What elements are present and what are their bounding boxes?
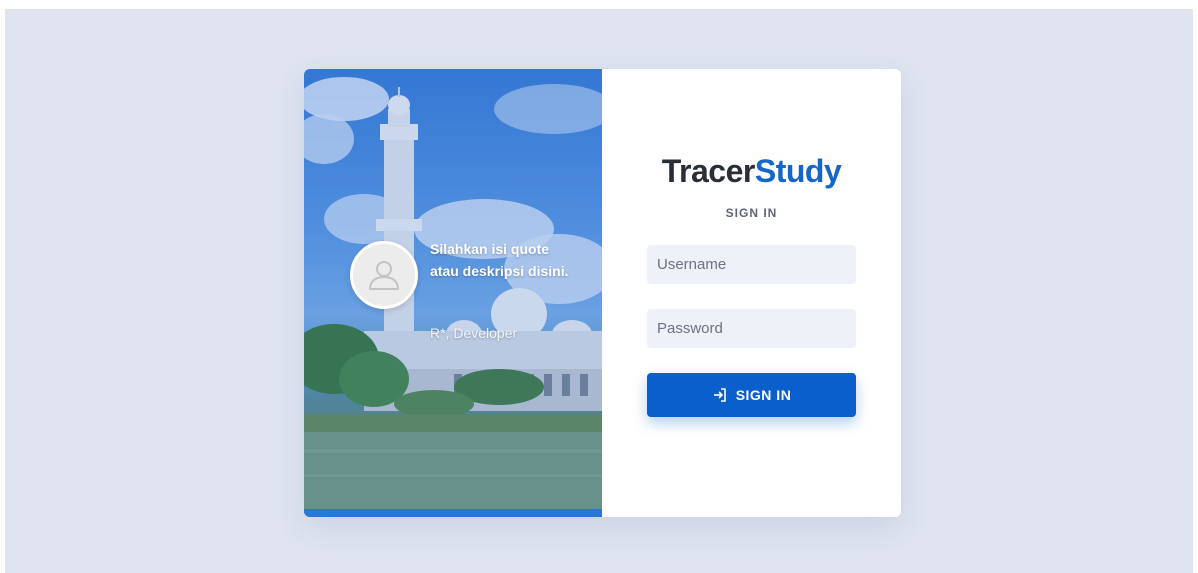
login-card: Silahkan isi quote atau deskripsi disini… — [304, 69, 901, 517]
user-icon — [369, 261, 399, 290]
form-subtitle: SIGN IN — [725, 206, 778, 220]
testimonial-quote: Silahkan isi quote atau deskripsi disini… — [430, 241, 569, 279]
password-input[interactable] — [647, 309, 856, 348]
app-logo-text: TracerStudy — [602, 153, 901, 190]
brand-part-1: Tracer — [661, 153, 756, 189]
sign-in-button[interactable]: SIGN IN — [647, 373, 856, 417]
login-form-panel: TracerStudy SIGN IN SIGN IN — [602, 69, 901, 517]
image-tint-overlay — [304, 69, 602, 517]
cover-image-panel: Silahkan isi quote atau deskripsi disini… — [304, 69, 602, 517]
username-input[interactable] — [647, 245, 856, 284]
testimonial-author: R*, Developer — [430, 325, 518, 341]
sign-in-label: SIGN IN — [735, 387, 792, 403]
sign-in-icon — [712, 387, 728, 403]
avatar — [350, 241, 418, 309]
brand-part-2: Study — [754, 153, 842, 189]
